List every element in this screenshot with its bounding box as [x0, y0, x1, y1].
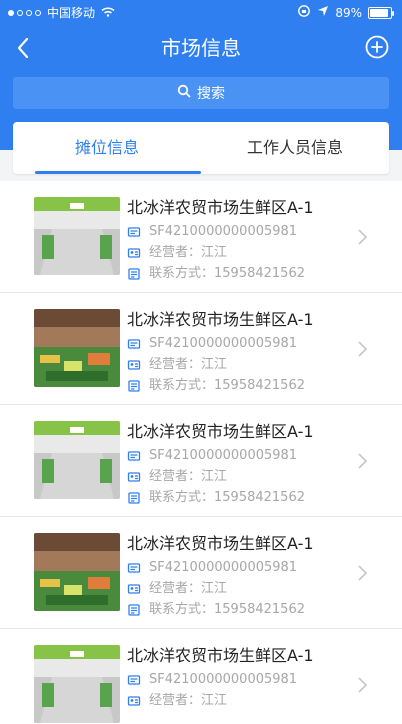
- user-card-icon: [127, 246, 141, 260]
- id-card-icon: [127, 337, 141, 351]
- market-info-page: 中国移动 89% 市场信息 搜索 摊位信息 工作人员信息 北冰洋农贸市场生鲜区A…: [0, 0, 402, 724]
- stall-operator-row: 经营者：江江: [127, 466, 362, 487]
- contact-icon: [127, 491, 141, 505]
- stall-operator: 经营者：江江: [149, 693, 228, 708]
- stall-code-row: SF4210000000005981: [127, 557, 362, 578]
- stall-thumbnail: [34, 533, 120, 611]
- active-tab-indicator: [35, 171, 201, 174]
- stall-contact-row: 联系方式：15958421562: [127, 487, 362, 508]
- battery-icon: [368, 6, 394, 19]
- tab-label: 摊位信息: [74, 138, 139, 157]
- status-right: 89%: [297, 4, 394, 21]
- tab-stall-info[interactable]: 摊位信息: [13, 122, 201, 174]
- stall-info: 北冰洋农贸市场生鲜区A-1 SF4210000000005981 经营者：江江: [127, 195, 362, 284]
- stall-contact-row: 联系方式：15958421562: [127, 599, 362, 620]
- chevron-right-icon: [354, 451, 370, 471]
- stall-operator-row: 经营者：江江: [127, 354, 362, 375]
- status-left: 中国移动: [8, 4, 115, 21]
- battery-percent: 89%: [335, 5, 362, 20]
- stall-list: 北冰洋农贸市场生鲜区A-1 SF4210000000005981 经营者：江江: [0, 181, 402, 724]
- stall-name: 北冰洋农贸市场生鲜区A-1: [127, 422, 314, 441]
- wifi-icon: [101, 6, 115, 20]
- list-item[interactable]: 北冰洋农贸市场生鲜区A-1 SF4210000000005981 经营者：江江: [0, 629, 402, 724]
- plus-circle-icon: [364, 35, 390, 64]
- list-item[interactable]: 北冰洋农贸市场生鲜区A-1 SF4210000000005981 经营者：江江: [0, 517, 402, 629]
- stall-code-row: SF4210000000005981: [127, 669, 362, 690]
- stall-contact: 联系方式：15958421562: [149, 266, 305, 281]
- contact-icon: [127, 267, 141, 281]
- id-card-icon: [127, 449, 141, 463]
- list-item[interactable]: 北冰洋农贸市场生鲜区A-1 SF4210000000005981 经营者：江江: [0, 181, 402, 293]
- stall-name: 北冰洋农贸市场生鲜区A-1: [127, 646, 314, 665]
- stall-thumbnail: [34, 197, 120, 275]
- search-label: 搜索: [197, 86, 225, 102]
- stall-name: 北冰洋农贸市场生鲜区A-1: [127, 310, 314, 329]
- carrier-label: 中国移动: [47, 6, 96, 20]
- stall-thumbnail: [34, 309, 120, 387]
- stall-code: SF4210000000005981: [149, 672, 298, 687]
- page-title: 市场信息: [161, 36, 241, 60]
- signal-icon: [8, 9, 41, 16]
- chevron-right-icon: [354, 339, 370, 359]
- stall-operator: 经营者：江江: [149, 245, 228, 260]
- user-card-icon: [127, 582, 141, 596]
- id-card-icon: [127, 561, 141, 575]
- id-card-icon: [127, 225, 141, 239]
- stall-operator: 经营者：江江: [149, 357, 228, 372]
- stall-code-row: SF4210000000005981: [127, 333, 362, 354]
- stall-info: 北冰洋农贸市场生鲜区A-1 SF4210000000005981 经营者：江江: [127, 531, 362, 620]
- chevron-right-icon: [354, 227, 370, 247]
- tab-bar: 摊位信息 工作人员信息: [13, 122, 389, 174]
- stall-code: SF4210000000005981: [149, 224, 298, 239]
- id-card-icon: [127, 673, 141, 687]
- stall-code-row: SF4210000000005981: [127, 221, 362, 242]
- stall-contact: 联系方式：15958421562: [149, 378, 305, 393]
- stall-info: 北冰洋农贸市场生鲜区A-1 SF4210000000005981 经营者：江江: [127, 419, 362, 508]
- contact-icon: [127, 603, 141, 617]
- nav-bar: 市场信息: [0, 24, 402, 72]
- add-button[interactable]: [364, 34, 390, 60]
- contact-icon: [127, 379, 141, 393]
- stall-code-row: SF4210000000005981: [127, 445, 362, 466]
- stall-name: 北冰洋农贸市场生鲜区A-1: [127, 534, 314, 553]
- stall-name: 北冰洋农贸市场生鲜区A-1: [127, 198, 314, 217]
- tab-staff-info[interactable]: 工作人员信息: [201, 122, 389, 174]
- tab-label: 工作人员信息: [246, 138, 343, 157]
- status-bar: 中国移动 89%: [0, 0, 402, 24]
- stall-operator: 经营者：江江: [149, 581, 228, 596]
- stall-contact: 联系方式：15958421562: [149, 490, 305, 505]
- search-bar[interactable]: 搜索: [13, 77, 389, 109]
- stall-contact: 联系方式：15958421562: [149, 602, 305, 617]
- stall-code: SF4210000000005981: [149, 560, 298, 575]
- list-item[interactable]: 北冰洋农贸市场生鲜区A-1 SF4210000000005981 经营者：江江: [0, 293, 402, 405]
- stall-info: 北冰洋农贸市场生鲜区A-1 SF4210000000005981 经营者：江江: [127, 307, 362, 396]
- stall-operator: 经营者：江江: [149, 469, 228, 484]
- search-icon: [177, 84, 191, 102]
- user-card-icon: [127, 358, 141, 372]
- chevron-right-icon: [354, 675, 370, 695]
- user-card-icon: [127, 694, 141, 708]
- stall-code: SF4210000000005981: [149, 336, 298, 351]
- stall-operator-row: 经营者：江江: [127, 242, 362, 263]
- stall-operator-row: 经营者：江江: [127, 578, 362, 599]
- list-item[interactable]: 北冰洋农贸市场生鲜区A-1 SF4210000000005981 经营者：江江: [0, 405, 402, 517]
- stall-info: 北冰洋农贸市场生鲜区A-1 SF4210000000005981 经营者：江江: [127, 643, 362, 711]
- stall-thumbnail: [34, 421, 120, 499]
- stall-operator-row: 经营者：江江: [127, 690, 362, 711]
- stall-code: SF4210000000005981: [149, 448, 298, 463]
- user-card-icon: [127, 470, 141, 484]
- stall-thumbnail: [34, 645, 120, 723]
- lock-rotation-icon: [297, 4, 311, 21]
- stall-contact-row: 联系方式：15958421562: [127, 375, 362, 396]
- location-icon: [317, 5, 329, 20]
- stall-contact-row: 联系方式：15958421562: [127, 263, 362, 284]
- chevron-right-icon: [354, 563, 370, 583]
